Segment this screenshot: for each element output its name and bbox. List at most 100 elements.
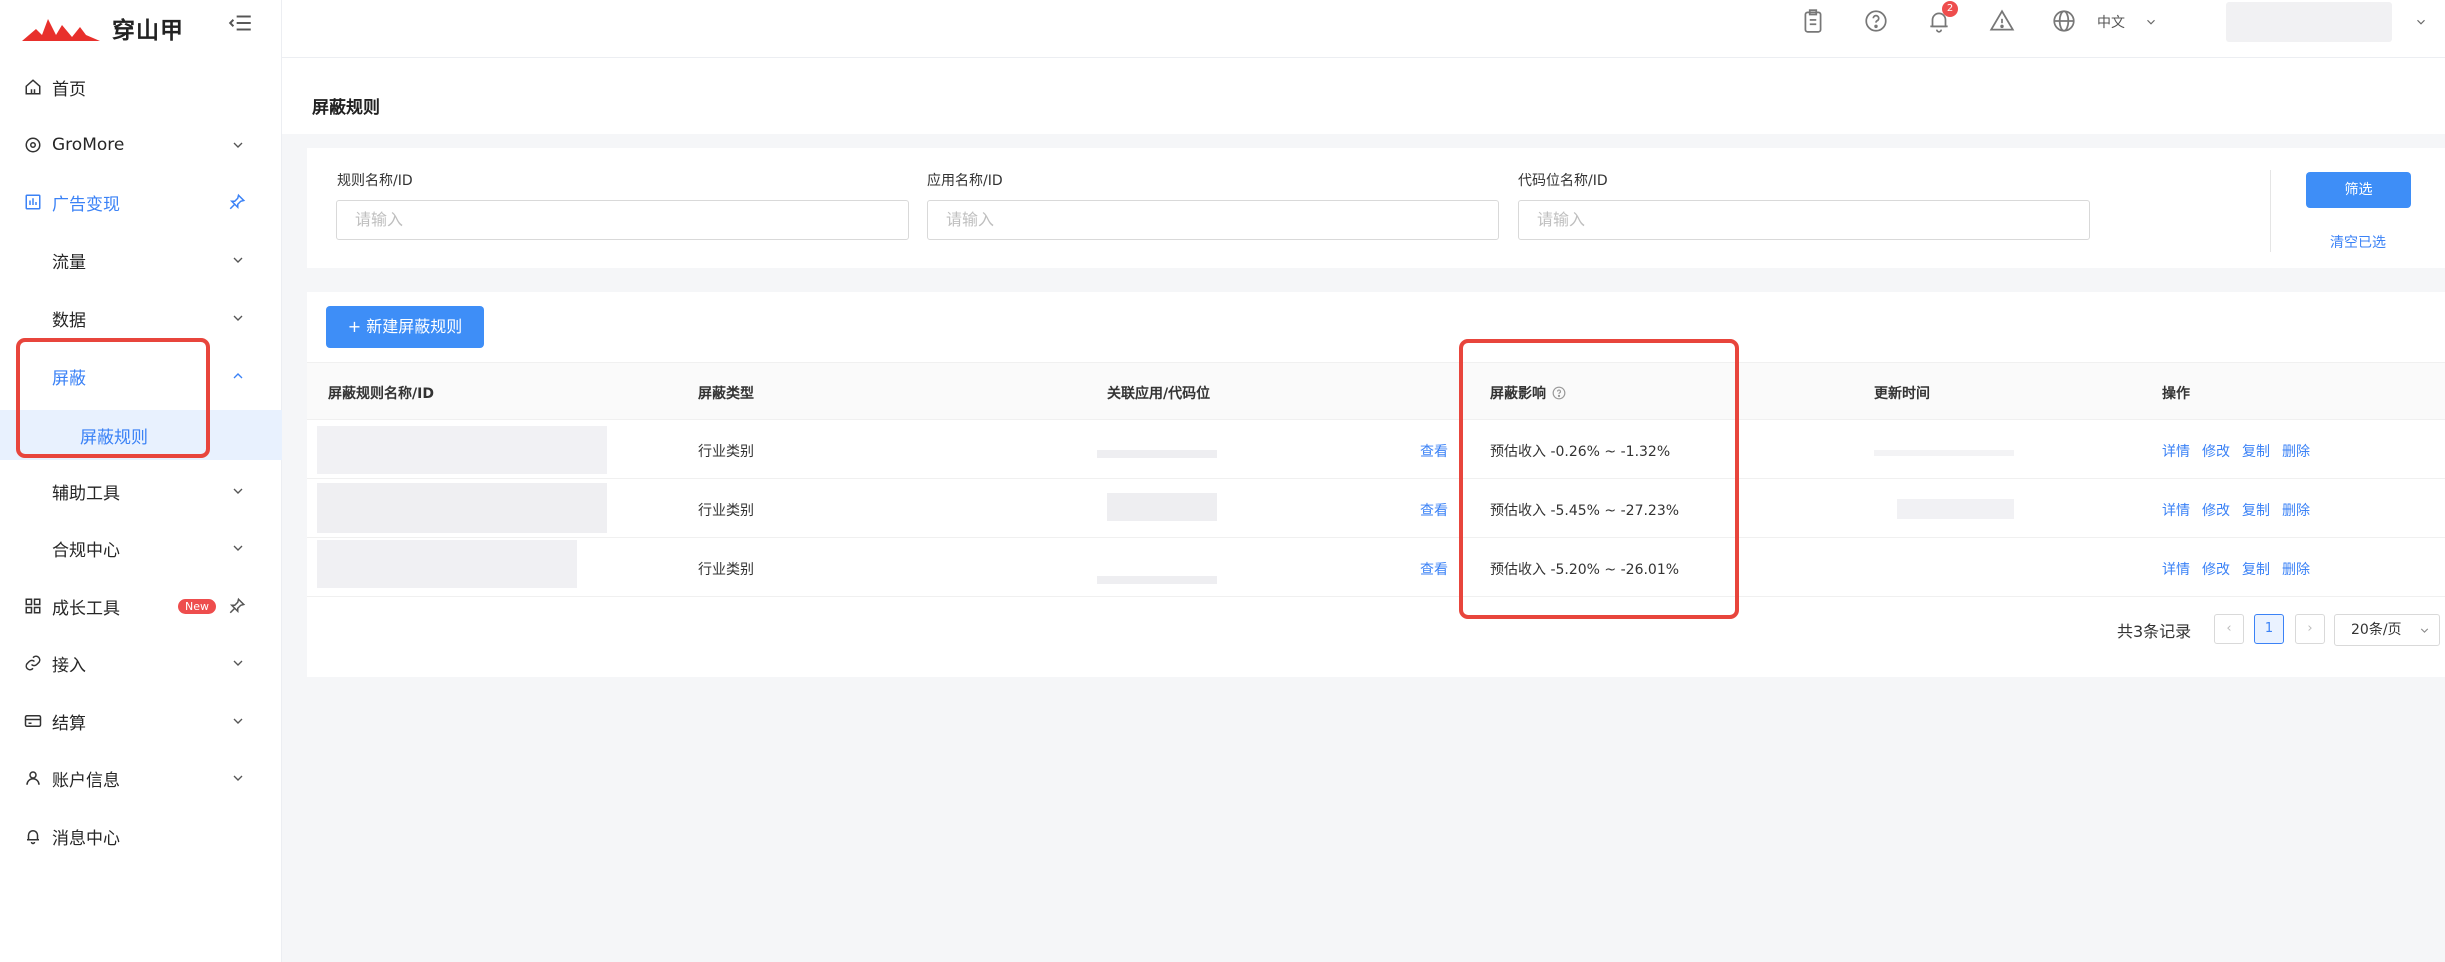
column-header: 操作 xyxy=(2162,386,2190,402)
sidebar-item-messages[interactable]: 消息中心 xyxy=(0,813,282,859)
bell-icon xyxy=(27,830,39,845)
language-selector[interactable]: 中文 xyxy=(2097,12,2125,32)
detail-action[interactable]: 详情 xyxy=(2162,441,2190,461)
filter-panel: 规则名称/ID 请输入 应用名称/ID 请输入 代码位名称/ID 请输入 筛选 … xyxy=(307,148,2445,268)
notification-count-badge: 2 xyxy=(1942,1,1958,17)
chevron-down-icon xyxy=(233,718,243,724)
slot-name-label: 代码位名称/ID xyxy=(1518,173,1608,189)
detail-action[interactable]: 详情 xyxy=(2162,559,2190,579)
edit-action[interactable]: 修改 xyxy=(2202,559,2230,579)
redacted-rule-name xyxy=(317,540,577,588)
column-header: 关联应用/代码位 xyxy=(1107,386,1211,402)
sidebar-item-gromore[interactable]: GroMore xyxy=(0,122,282,168)
clipboard-icon[interactable] xyxy=(1800,8,1826,34)
sidebar-item-label: GroMore xyxy=(52,135,125,155)
sidebar-item-tools[interactable]: 辅助工具 xyxy=(0,468,282,514)
pin-icon[interactable] xyxy=(228,193,246,211)
grid-icon xyxy=(25,598,41,614)
user-account-menu[interactable] xyxy=(2226,2,2392,42)
sidebar-item-home[interactable]: 首页 xyxy=(0,64,282,110)
slot-name-input[interactable]: 请输入 xyxy=(1518,200,2090,240)
page-size-select[interactable]: 20条/页 xyxy=(2334,614,2440,646)
sidebar-item-settlement[interactable]: 结算 xyxy=(0,698,282,744)
sidebar: 穿山甲 首页 GroMore 广告变现 流量 数据 屏蔽 屏蔽规则 辅助工具 合… xyxy=(0,0,282,962)
sidebar-item-integration[interactable]: 接入 xyxy=(0,640,282,686)
page-header: 屏蔽规则 xyxy=(282,58,2445,134)
delete-action[interactable]: 删除 xyxy=(2282,441,2310,461)
edit-action[interactable]: 修改 xyxy=(2202,500,2230,520)
copy-action[interactable]: 复制 xyxy=(2242,500,2270,520)
pangle-logo-icon xyxy=(22,19,100,41)
redacted-app xyxy=(1097,450,1217,458)
pin-icon[interactable] xyxy=(228,597,246,615)
wallet-icon xyxy=(24,715,42,727)
table-header: 屏蔽规则名称/ID 屏蔽类型 关联应用/代码位 屏蔽影响 更新时间 操作 xyxy=(307,362,2445,420)
highlight-box-impact xyxy=(1459,339,1739,619)
prev-page-button[interactable]: ‹ xyxy=(2214,614,2244,644)
sidebar-item-ad-monetization[interactable]: 广告变现 xyxy=(0,179,282,225)
topbar: 2 中文 xyxy=(282,0,2445,58)
sidebar-item-label: 账户信息 xyxy=(52,770,120,791)
view-link[interactable]: 查看 xyxy=(1420,559,1448,579)
gromore-icon xyxy=(25,137,41,153)
sidebar-item-label: 接入 xyxy=(52,655,86,676)
sidebar-item-label: 流量 xyxy=(52,252,86,273)
table-row: 行业类别 查看 预估收入 -5.45% ~ -27.23% 详情 修改 复制 删… xyxy=(307,479,2445,538)
detail-action[interactable]: 详情 xyxy=(2162,500,2190,520)
sidebar-item-traffic[interactable]: 流量 xyxy=(0,237,282,283)
chevron-down-icon[interactable] xyxy=(2414,15,2428,29)
logo-text: 穿山甲 xyxy=(112,18,184,44)
home-icon xyxy=(25,79,41,95)
block-type: 行业类别 xyxy=(698,444,754,460)
view-link[interactable]: 查看 xyxy=(1420,500,1448,520)
globe-icon[interactable] xyxy=(2051,8,2077,34)
rules-table-panel: + 新建屏蔽规则 屏蔽规则名称/ID 屏蔽类型 关联应用/代码位 屏蔽影响 更新… xyxy=(307,292,2445,677)
chevron-down-icon[interactable] xyxy=(2144,15,2158,29)
sidebar-item-label: 结算 xyxy=(52,713,86,734)
app-name-label: 应用名称/ID xyxy=(927,173,1003,189)
highlight-box-sidebar xyxy=(16,338,210,458)
help-icon[interactable] xyxy=(1863,8,1889,34)
page-title: 屏蔽规则 xyxy=(312,98,380,118)
delete-action[interactable]: 删除 xyxy=(2282,500,2310,520)
chevron-down-icon xyxy=(233,775,243,781)
sidebar-item-label: 辅助工具 xyxy=(52,483,120,504)
copy-action[interactable]: 复制 xyxy=(2242,441,2270,461)
edit-action[interactable]: 修改 xyxy=(2202,441,2230,461)
view-link[interactable]: 查看 xyxy=(1420,441,1448,461)
chevron-down-icon xyxy=(233,488,243,494)
logo[interactable]: 穿山甲 xyxy=(22,8,184,48)
pagination-total: 共3条记录 xyxy=(2117,622,2192,641)
sidebar-item-label: 首页 xyxy=(52,79,86,100)
column-header: 屏蔽规则名称/ID xyxy=(328,386,434,402)
warning-icon[interactable] xyxy=(1989,8,2015,34)
redacted-rule-name xyxy=(317,426,607,474)
page-number-button[interactable]: 1 xyxy=(2254,614,2284,644)
sidebar-item-account[interactable]: 账户信息 xyxy=(0,755,282,801)
copy-action[interactable]: 复制 xyxy=(2242,559,2270,579)
sidebar-item-label: 合规中心 xyxy=(52,540,120,561)
sidebar-item-growth-tools[interactable]: 成长工具 New xyxy=(0,583,282,629)
app-name-input[interactable]: 请输入 xyxy=(927,200,1499,240)
chevron-down-icon xyxy=(233,142,243,148)
new-badge: New xyxy=(178,598,216,614)
sidebar-item-label: 数据 xyxy=(52,310,86,331)
redacted-app xyxy=(1107,493,1217,521)
filter-button[interactable]: 筛选 xyxy=(2306,172,2411,208)
sidebar-item-label: 成长工具 xyxy=(52,598,120,619)
sidebar-item-data[interactable]: 数据 xyxy=(0,295,282,341)
next-page-button[interactable]: › xyxy=(2295,614,2325,644)
delete-action[interactable]: 删除 xyxy=(2282,559,2310,579)
block-type: 行业类别 xyxy=(698,503,754,519)
rule-name-input[interactable]: 请输入 xyxy=(336,200,909,240)
divider xyxy=(2270,170,2271,252)
chevron-down-icon xyxy=(233,257,243,263)
menu-collapse-icon[interactable] xyxy=(228,10,254,36)
clear-selection-link[interactable]: 清空已选 xyxy=(2330,232,2386,252)
sidebar-item-label: 消息中心 xyxy=(52,828,120,849)
new-block-rule-button[interactable]: + 新建屏蔽规则 xyxy=(326,306,484,348)
sidebar-item-compliance[interactable]: 合规中心 xyxy=(0,525,282,571)
chevron-up-icon xyxy=(233,373,243,379)
column-header: 更新时间 xyxy=(1874,386,1930,402)
page-size-value: 20条/页 xyxy=(2351,622,2402,638)
